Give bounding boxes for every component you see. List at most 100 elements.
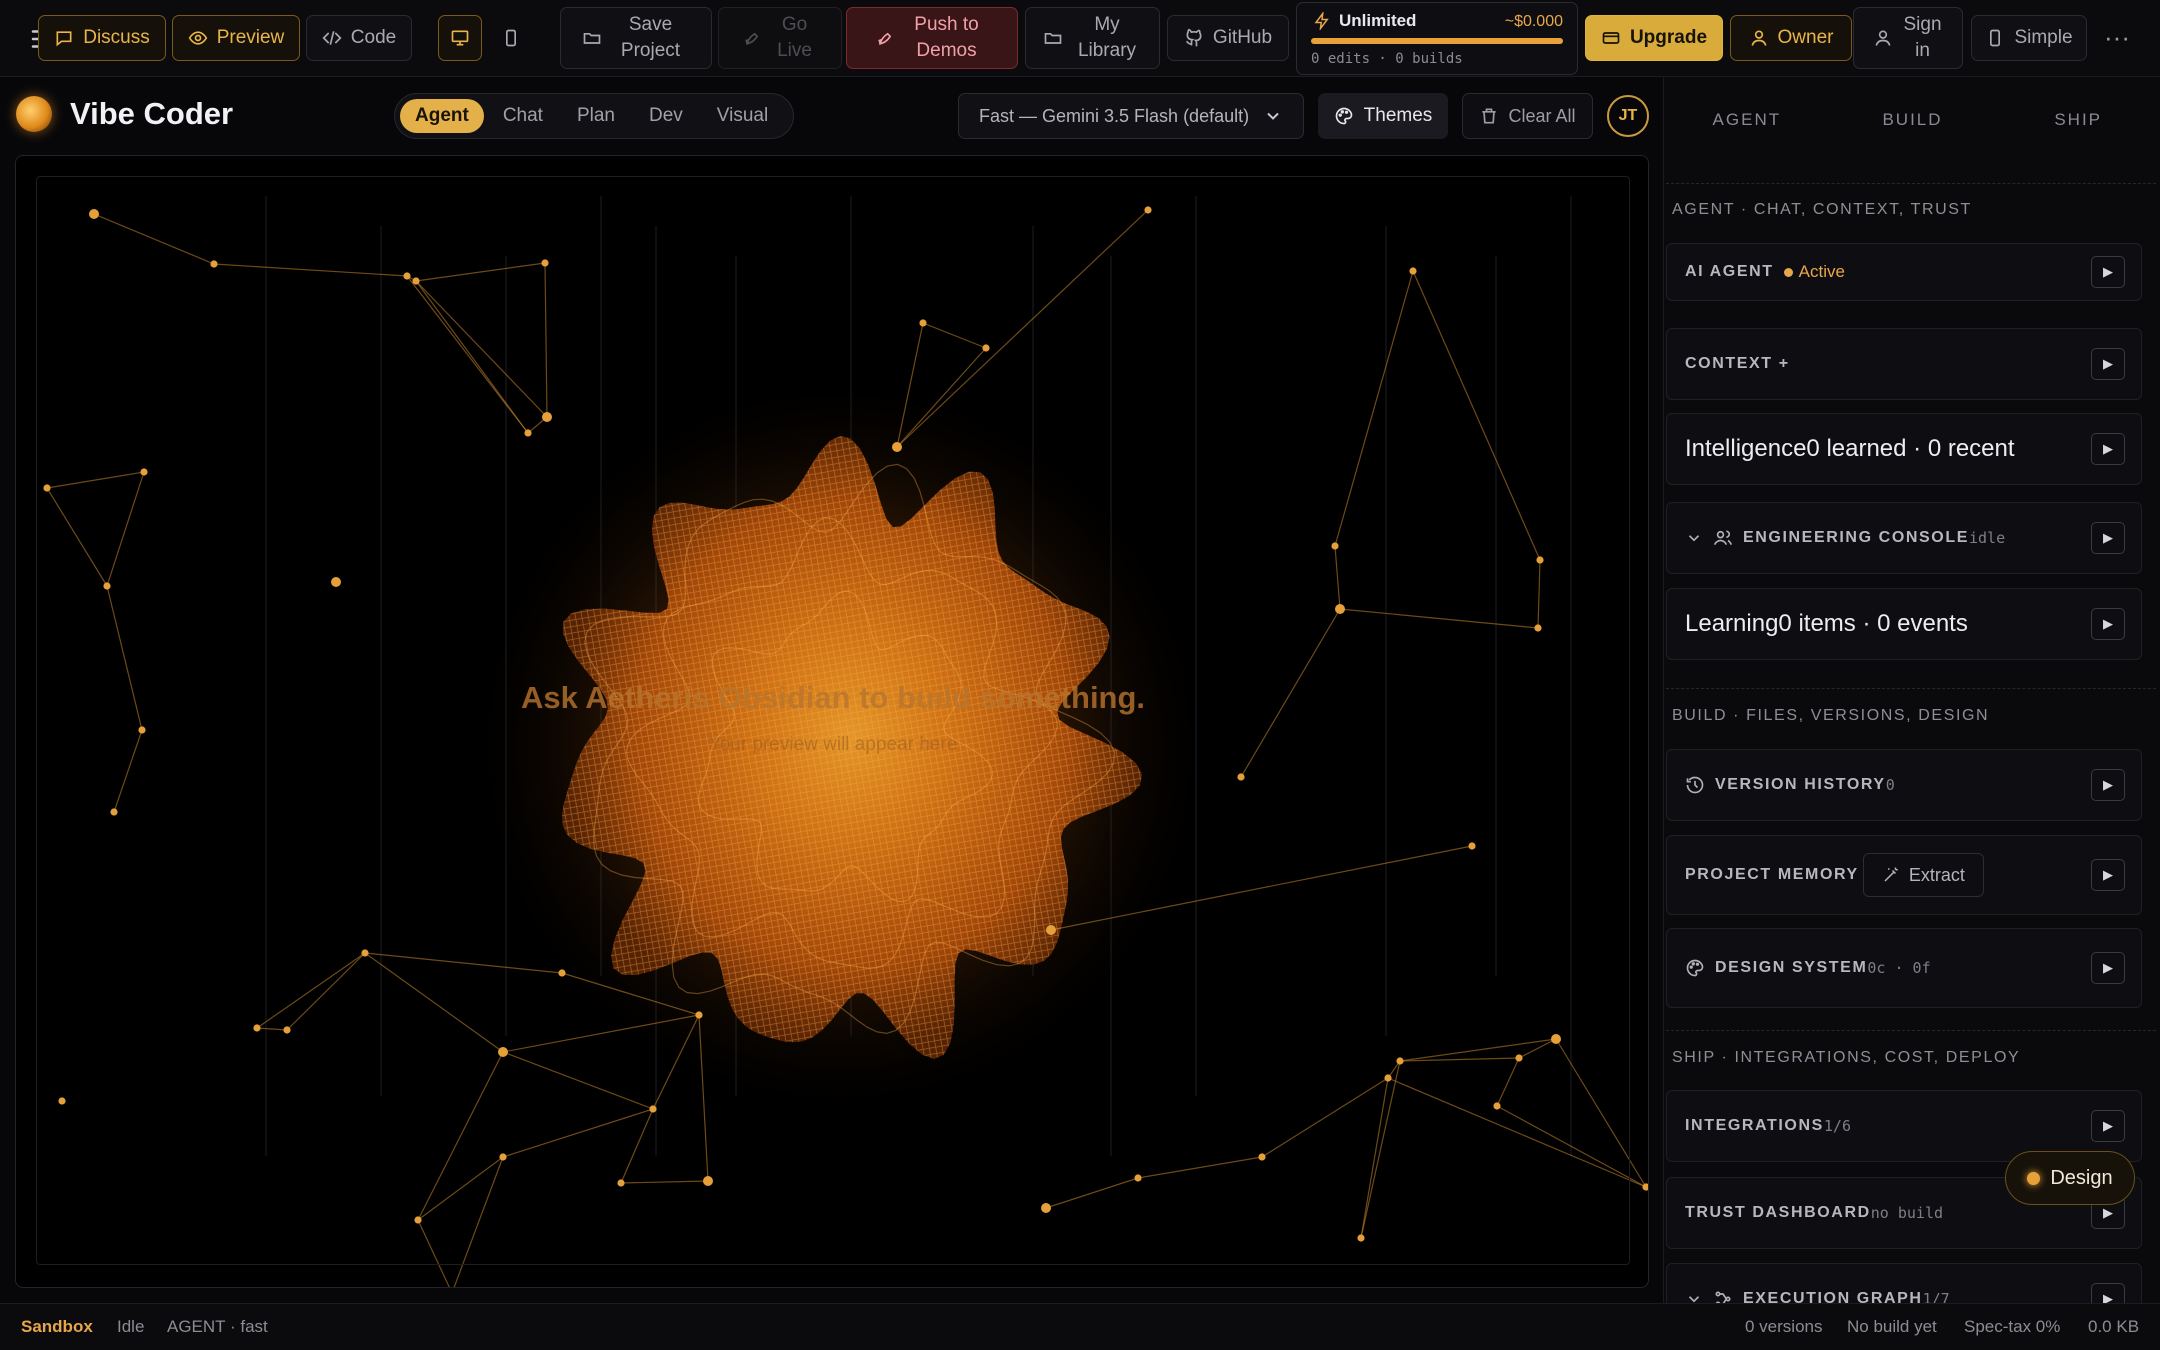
folder-icon	[1044, 33, 1062, 44]
user-icon	[1875, 30, 1890, 46]
phone-icon	[506, 29, 516, 47]
themes-button[interactable]: Themes	[1318, 93, 1448, 139]
desktop-view-button[interactable]	[438, 15, 482, 61]
go-live-button[interactable]: Go Live	[718, 7, 842, 69]
trash-icon	[1482, 108, 1497, 124]
expand-intelligence-button[interactable]: ▶	[2091, 433, 2125, 465]
mode-tab-chat[interactable]: Chat	[488, 99, 558, 133]
version-history-card[interactable]: VERSION HISTORY 0 ▶	[1666, 749, 2142, 821]
design-button[interactable]: Design	[2005, 1151, 2135, 1205]
agent-status-badge: Active	[1783, 262, 1845, 282]
preview-frame	[36, 176, 1630, 1265]
status-bar: Sandbox Idle AGENT · fast 0 versions No …	[0, 1303, 2160, 1350]
usage-meter: Unlimited ~$0.000 0 edits · 0 builds	[1296, 2, 1578, 75]
sign-in-button[interactable]: Sign in	[1853, 7, 1963, 69]
preview-button[interactable]: Preview	[172, 15, 300, 61]
expand-integrations-button[interactable]: ▶	[2091, 1110, 2125, 1142]
rocket-icon	[744, 32, 758, 45]
mode-tab-agent[interactable]: Agent	[400, 99, 484, 133]
github-icon	[1185, 28, 1202, 47]
expand-engineering-console-button[interactable]: ▶	[2091, 522, 2125, 554]
eye-icon	[188, 31, 207, 45]
save-project-button[interactable]: Save Project	[560, 7, 712, 69]
panel-tab-ship[interactable]: SHIP	[1995, 97, 2160, 143]
code-icon	[322, 31, 342, 45]
user-icon	[1751, 30, 1766, 46]
magic-wand-icon	[1884, 867, 1898, 882]
my-library-button[interactable]: My Library	[1025, 7, 1160, 69]
expand-design-system-button[interactable]: ▶	[2091, 952, 2125, 984]
model-select-value: Fast — Gemini 3.5 Flash (default)	[979, 105, 1250, 126]
credit-card-icon	[1602, 32, 1620, 44]
right-panel: AGENT BUILD SHIP AGENT · CHAT, CONTEXT, TR…	[1663, 77, 2160, 1303]
usage-progress-bar	[1311, 38, 1563, 44]
code-button[interactable]: Code	[306, 15, 412, 61]
mobile-view-button[interactable]	[489, 15, 533, 61]
phone-icon	[1990, 29, 2001, 47]
status-build: No build yet	[1847, 1317, 1937, 1336]
panel-tab-build[interactable]: BUILD	[1830, 97, 1996, 143]
graph-icon	[1715, 1291, 1731, 1303]
status-versions: 0 versions	[1745, 1317, 1823, 1336]
simple-mode-button[interactable]: Simple	[1971, 15, 2087, 61]
expand-execution-graph-button[interactable]: ▶	[2091, 1283, 2125, 1303]
expand-version-history-button[interactable]: ▶	[2091, 769, 2125, 801]
expand-context-button[interactable]: ▶	[2091, 348, 2125, 380]
ai-agent-card[interactable]: AI AGENT Active ▶	[1666, 243, 2142, 301]
project-memory-card[interactable]: PROJECT MEMORY Extract ▶	[1666, 835, 2142, 915]
history-icon	[1686, 776, 1704, 794]
preview-canvas[interactable]: Ask Aetheris Obsidian to build something…	[15, 155, 1649, 1288]
status-size: 0.0 KB	[2088, 1317, 2140, 1336]
more-options-icon[interactable]: ···	[2100, 22, 2134, 56]
upgrade-button[interactable]: Upgrade	[1585, 15, 1723, 61]
mode-tab-plan[interactable]: Plan	[562, 99, 630, 133]
palette-icon	[1686, 959, 1704, 977]
chat-bubble-icon	[56, 31, 72, 47]
bolt-icon	[1314, 12, 1329, 30]
app-logo-icon	[16, 96, 52, 132]
avatar[interactable]: JT	[1607, 95, 1649, 137]
discuss-button[interactable]: Discuss	[38, 15, 166, 61]
app-name: Vibe Coder	[70, 96, 234, 131]
panel-tab-agent[interactable]: AGENT	[1664, 97, 1830, 143]
learning-card[interactable]: Learning 0 items · 0 events ▶	[1666, 588, 2142, 660]
model-select[interactable]: Fast — Gemini 3.5 Flash (default)	[958, 93, 1304, 139]
chevron-down-icon[interactable]	[1685, 1289, 1703, 1303]
intelligence-card[interactable]: Intelligence 0 learned · 0 recent ▶	[1666, 413, 2142, 485]
mode-switcher: Agent Chat Plan Dev Visual	[394, 93, 794, 139]
usage-cost: ~$0.000	[1504, 13, 1563, 30]
mode-tab-visual[interactable]: Visual	[702, 99, 783, 133]
engineering-console-card[interactable]: ENGINEERING CONSOLE idle ▶	[1666, 502, 2142, 574]
expand-ai-agent-button[interactable]: ▶	[2091, 256, 2125, 288]
ship-section-heading: SHIP · INTEGRATIONS, COST, DEPLOY	[1672, 1049, 2021, 1066]
context-card[interactable]: CONTEXT + ▶	[1666, 328, 2142, 400]
usage-stats: 0 edits · 0 builds	[1311, 51, 1463, 67]
folder-icon	[583, 33, 600, 44]
push-to-demos-button[interactable]: Push to Demos	[846, 7, 1018, 69]
build-section-heading: BUILD · FILES, VERSIONS, DESIGN	[1672, 707, 1990, 724]
design-system-card[interactable]: DESIGN SYSTEM 0c · 0f ▶	[1666, 928, 2142, 1008]
expand-learning-button[interactable]: ▶	[2091, 608, 2125, 640]
clear-all-button[interactable]: Clear All	[1462, 93, 1593, 139]
usage-plan: Unlimited	[1339, 11, 1417, 30]
status-environment[interactable]: Sandbox	[21, 1304, 93, 1350]
users-icon	[1713, 530, 1733, 546]
github-button[interactable]: GitHub	[1167, 15, 1289, 61]
status-dot-icon	[2027, 1171, 2041, 1185]
mode-tab-dev[interactable]: Dev	[634, 99, 698, 133]
chevron-down-icon[interactable]	[1685, 528, 1703, 548]
chevron-down-icon	[1267, 112, 1279, 120]
extract-memory-button[interactable]: Extract	[1862, 853, 1984, 897]
status-state: Idle	[117, 1317, 145, 1336]
execution-graph-card[interactable]: EXECUTION GRAPH 1/7 ▶	[1666, 1263, 2142, 1303]
expand-project-memory-button[interactable]: ▶	[2091, 859, 2125, 891]
owner-button[interactable]: Owner	[1730, 15, 1852, 61]
top-toolbar: Discuss Preview Code Save Project Go Liv…	[0, 0, 2160, 77]
status-spec-tax: Spec-tax 0%	[1964, 1317, 2061, 1336]
panel-tabs: AGENT BUILD SHIP	[1664, 97, 2160, 143]
agent-section-heading: AGENT · CHAT, CONTEXT, TRUST	[1672, 201, 1972, 218]
rocket-icon	[877, 32, 891, 45]
monitor-icon	[451, 30, 469, 46]
app-title: Vibe Coder	[16, 96, 233, 132]
status-mode: AGENT · fast	[167, 1317, 268, 1336]
